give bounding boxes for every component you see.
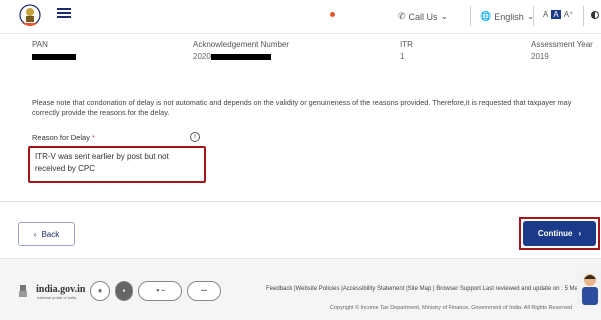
india-gov-tagline: national portal of india [37, 295, 77, 300]
call-us-dropdown[interactable]: ✆ Call Us ⌄ [398, 11, 448, 22]
ack-number-redacted [210, 53, 271, 60]
itr-field: ITR 1 [400, 40, 413, 61]
reason-label-text: Reason for Delay [32, 133, 90, 142]
hamburger-menu-icon[interactable] [57, 8, 71, 18]
required-mark: * [92, 133, 95, 142]
chevron-right-icon: › [578, 229, 582, 238]
continue-button[interactable]: Continue › [523, 221, 596, 246]
partner-logo-icon[interactable]: ◉ [90, 281, 110, 301]
font-decrease-button[interactable]: A [543, 10, 548, 19]
header-divider [583, 6, 584, 26]
pan-redacted [32, 53, 76, 60]
india-emblem-icon [19, 285, 27, 297]
footer-links[interactable]: Feedback |Website Policies |Accessibilit… [266, 285, 596, 294]
back-label: Back [41, 229, 60, 239]
india-gov-logo[interactable]: india.gov.in [36, 284, 85, 295]
assessment-year-value: 2019 [531, 52, 549, 61]
back-button[interactable]: ‹ Back [18, 222, 75, 246]
info-icon[interactable]: i [190, 132, 200, 142]
content-divider [0, 201, 601, 202]
ack-number-field: Acknowledgement Number 2020 [193, 40, 289, 61]
chevron-down-icon: ⌄ [440, 11, 449, 21]
top-header: ✆ Call Us ⌄ 🌐 English ⌄ A A A⁺ [0, 0, 601, 34]
continue-label: Continue [537, 229, 573, 238]
globe-icon: 🌐 [480, 11, 492, 21]
ack-number-prefix: 2020 [193, 52, 211, 61]
condonation-notice: Please note that condonation of delay is… [32, 98, 572, 117]
font-size-controls: A A A⁺ [543, 10, 573, 19]
call-us-label: Call Us [408, 11, 438, 22]
reason-label: Reason for Delay * [32, 133, 95, 142]
itr-label: ITR [400, 40, 413, 49]
language-dropdown[interactable]: 🌐 English ⌄ [480, 11, 534, 22]
partner-logo-icon[interactable]: ● [115, 281, 133, 301]
header-divider [470, 6, 471, 26]
chat-assistant-avatar-icon[interactable] [577, 271, 601, 305]
assessment-year-field: Assessment Year 2019 [531, 40, 593, 61]
reason-for-delay-textarea[interactable]: ITR-V was sent earlier by post but not r… [28, 146, 206, 183]
pan-label: PAN [32, 40, 48, 49]
footer-copyright: Copyright © Income Tax Department, Minis… [330, 305, 573, 311]
header-divider [533, 6, 534, 26]
contrast-toggle-icon[interactable] [591, 11, 599, 19]
india-emblem-icon[interactable] [19, 4, 41, 28]
assessment-year-label: Assessment Year [531, 40, 593, 49]
partner-logo-icon[interactable]: ━━ [187, 281, 221, 301]
notification-dot [330, 12, 335, 17]
footer-partner-logos: ◉ ● ▼ ━ ━━ [90, 281, 221, 301]
phone-icon: ✆ [398, 11, 406, 21]
partner-logo-icon[interactable]: ▼ ━ [138, 281, 182, 301]
language-label: English [494, 11, 524, 22]
itr-value: 1 [400, 52, 405, 61]
font-increase-button[interactable]: A⁺ [564, 10, 574, 19]
pan-field: PAN [32, 40, 76, 61]
font-normal-button[interactable]: A [551, 10, 561, 19]
ack-number-label: Acknowledgement Number [193, 40, 290, 49]
page-footer: india.gov.in national portal of india ◉ … [0, 258, 601, 320]
chevron-left-icon: ‹ [33, 229, 37, 239]
